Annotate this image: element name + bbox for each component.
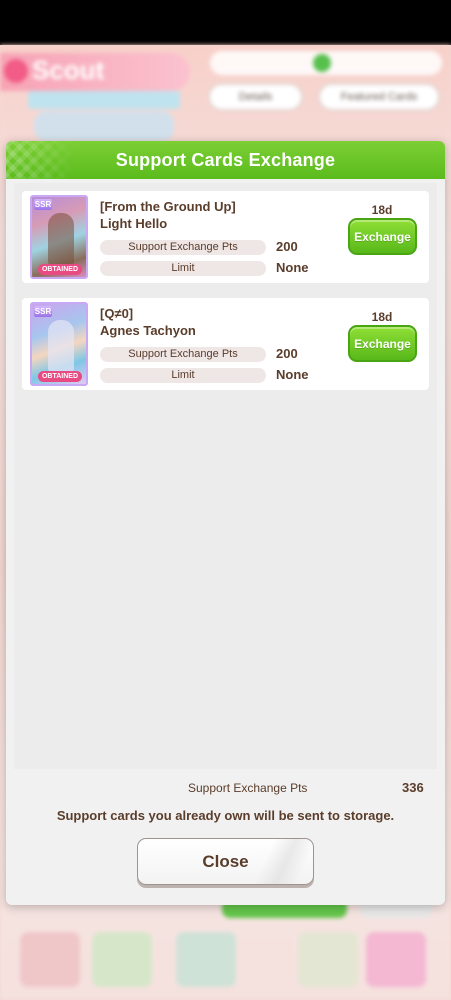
nav-item-home — [20, 932, 80, 987]
banner-logo — [34, 111, 174, 141]
details-button: Details — [208, 83, 303, 111]
exchange-button-label: Exchange — [354, 336, 411, 351]
button-sheen — [252, 839, 313, 884]
details-label: Details — [238, 91, 273, 103]
obtained-badge: OBTAINED — [38, 264, 82, 275]
exchange-button[interactable]: Exchange — [348, 218, 417, 255]
limit-label: Limit — [100, 261, 266, 276]
nav-item-race — [176, 932, 236, 987]
scout-label: Scout — [32, 55, 105, 85]
scout-icon — [4, 59, 28, 83]
support-card-thumbnail[interactable]: SSR OBTAINED — [30, 195, 88, 279]
total-pts-label: Support Exchange Pts — [188, 781, 308, 795]
dialog-header: Support Cards Exchange — [6, 141, 445, 179]
storage-note: Support cards you already own will be se… — [56, 808, 395, 823]
exchange-item: SSR OBTAINED [From the Ground Up] Light … — [22, 191, 429, 283]
exchange-item: SSR OBTAINED [Q≠0] Agnes Tachyon Support… — [22, 298, 429, 390]
card-epithet: [Q≠0] — [100, 306, 134, 321]
nav-item-enhance — [298, 932, 358, 987]
limit-value: None — [276, 367, 309, 382]
time-remaining: 18d — [371, 310, 393, 324]
limit-value: None — [276, 260, 309, 275]
banner-tag — [28, 91, 180, 109]
support-cards-exchange-dialog: Support Cards Exchange SSR OBTAINED [Fro… — [6, 141, 445, 905]
ssr-badge: SSR — [34, 199, 52, 210]
exchange-button[interactable]: Exchange — [348, 325, 417, 362]
card-art — [48, 213, 74, 267]
obtained-badge: OBTAINED — [38, 371, 82, 382]
pts-label: Support Exchange Pts — [100, 240, 266, 255]
scout-banner: Scout — [0, 53, 190, 91]
close-button[interactable]: Close — [137, 838, 314, 885]
card-epithet: [From the Ground Up] — [100, 199, 236, 214]
nav-item-scout — [366, 932, 426, 987]
featured-cards-label: Featured Cards — [340, 91, 418, 103]
header-diamond-pattern — [6, 141, 76, 179]
status-bar — [0, 0, 451, 45]
ssr-badge: SSR — [34, 306, 52, 317]
limit-label: Limit — [100, 368, 266, 383]
pts-label: Support Exchange Pts — [100, 347, 266, 362]
total-pts-value: 336 — [402, 780, 424, 795]
pts-value: 200 — [276, 346, 298, 361]
nav-item-training — [92, 932, 152, 987]
pts-value: 200 — [276, 239, 298, 254]
card-name: Agnes Tachyon — [100, 323, 196, 338]
exchange-list[interactable]: SSR OBTAINED [From the Ground Up] Light … — [14, 183, 437, 769]
exchange-button-label: Exchange — [354, 229, 411, 244]
time-remaining: 18d — [371, 203, 393, 217]
dialog-title: Support Cards Exchange — [115, 149, 336, 170]
card-art — [48, 320, 74, 374]
currency-icon — [313, 54, 331, 72]
support-card-thumbnail[interactable]: SSR OBTAINED — [30, 302, 88, 386]
featured-cards-button: Featured Cards — [318, 83, 440, 111]
close-button-label: Close — [202, 851, 249, 871]
card-name: Light Hello — [100, 216, 168, 231]
